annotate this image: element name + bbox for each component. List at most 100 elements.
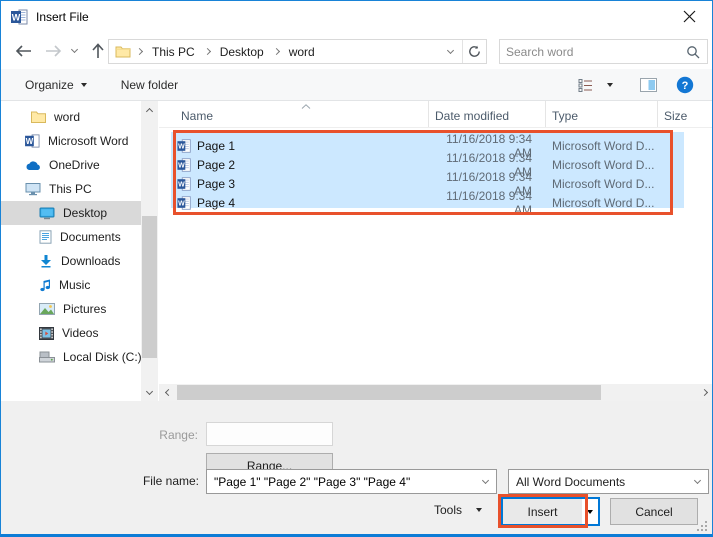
breadcrumb-this-pc[interactable]: This PC (146, 43, 201, 61)
back-button[interactable] (10, 38, 36, 63)
insert-button[interactable]: Insert (503, 499, 582, 524)
folder-icon (31, 111, 46, 123)
preview-pane-button[interactable] (638, 73, 659, 97)
navigation-sidebar: word W Microsoft Word OneDrive This PC D… (1, 101, 141, 401)
file-row-page-1[interactable]: WPage 1 11/16/2018 9:34 AM Microsoft Wor… (171, 132, 684, 151)
range-input[interactable] (206, 422, 333, 446)
svg-text:?: ? (682, 80, 689, 92)
svg-text:W: W (178, 144, 185, 151)
word-file-icon: W (177, 158, 191, 172)
cancel-button[interactable]: Cancel (610, 498, 698, 525)
sidebar-item-pictures[interactable]: Pictures (1, 297, 141, 321)
range-label: Range: (101, 428, 198, 442)
file-type-value: All Word Documents (509, 475, 686, 489)
scrollbar-thumb[interactable] (142, 216, 157, 358)
chevron-left-icon (165, 389, 172, 396)
file-type-dropdown-button[interactable] (686, 470, 708, 493)
browser-pane: word W Microsoft Word OneDrive This PC D… (1, 101, 713, 401)
scroll-right-button[interactable] (697, 384, 713, 401)
picture-icon (39, 303, 55, 315)
address-bar[interactable]: This PC Desktop word (108, 39, 487, 64)
search-box (499, 39, 708, 64)
scroll-left-button[interactable] (159, 384, 176, 401)
up-icon (92, 43, 104, 59)
sidebar-item-microsoft-word[interactable]: W Microsoft Word (1, 129, 141, 153)
column-headers: Name Date modified Type Size (159, 101, 713, 128)
column-header-date-modified[interactable]: Date modified (429, 101, 546, 127)
sidebar-item-desktop[interactable]: Desktop (1, 201, 141, 225)
column-header-name[interactable]: Name (159, 101, 429, 127)
dropdown-arrow-icon (607, 83, 613, 87)
word-file-icon: W (177, 139, 191, 153)
address-dropdown-button[interactable] (438, 40, 462, 63)
column-header-size[interactable]: Size (658, 101, 713, 127)
scroll-down-button[interactable] (141, 384, 158, 401)
file-name-input[interactable] (207, 475, 474, 489)
insert-split-button: Insert (501, 497, 600, 526)
music-note-icon (39, 278, 51, 292)
forward-button[interactable] (40, 38, 66, 63)
file-row-page-2[interactable]: WPage 2 11/16/2018 9:34 AM Microsoft Wor… (171, 151, 684, 170)
file-name-combobox (206, 469, 497, 494)
tools-button[interactable]: Tools (434, 503, 482, 517)
forward-icon (45, 45, 62, 57)
sidebar-scrollbar[interactable] (141, 101, 158, 401)
recent-locations-button[interactable] (65, 38, 83, 63)
sidebar-item-downloads[interactable]: Downloads (1, 249, 141, 273)
file-row-page-4[interactable]: WPage 4 11/16/2018 9:34 AM Microsoft Wor… (171, 189, 684, 208)
chevron-down-icon (481, 476, 488, 483)
command-bar: Organize New folder ? (1, 69, 712, 101)
onedrive-cloud-icon (25, 160, 41, 171)
breadcrumb-word[interactable]: word (283, 43, 321, 61)
word-file-icon: W (177, 196, 191, 210)
insert-dropdown-button[interactable] (582, 499, 598, 524)
breadcrumb: This PC Desktop word (131, 43, 438, 61)
sidebar-item-local-disk-c[interactable]: Local Disk (C:) (1, 345, 141, 369)
refresh-icon (468, 45, 481, 58)
file-type-combobox[interactable]: All Word Documents (508, 469, 709, 494)
film-icon (39, 327, 54, 340)
tools-label: Tools (434, 503, 462, 517)
chevron-right-icon (701, 389, 708, 396)
file-list: WPage 1 11/16/2018 9:34 AM Microsoft Wor… (171, 132, 684, 208)
chevron-down-icon (70, 45, 77, 52)
preview-pane-icon (640, 78, 657, 92)
scrollbar-thumb[interactable] (177, 385, 601, 400)
views-icon (578, 78, 594, 93)
dialog-footer (1, 401, 713, 535)
breadcrumb-desktop[interactable]: Desktop (214, 43, 270, 61)
chevron-right-icon (136, 48, 143, 55)
list-horizontal-scrollbar[interactable] (159, 384, 713, 401)
close-button[interactable] (667, 1, 712, 31)
sidebar-item-videos[interactable]: Videos (1, 321, 141, 345)
change-view-button[interactable] (576, 73, 596, 98)
file-row-page-3[interactable]: WPage 3 11/16/2018 9:34 AM Microsoft Wor… (171, 170, 684, 189)
help-button[interactable]: ? (674, 71, 696, 99)
chevron-down-icon (446, 46, 453, 53)
hard-disk-icon (39, 351, 55, 363)
refresh-button[interactable] (462, 40, 486, 63)
sidebar-item-onedrive[interactable]: OneDrive (1, 153, 141, 177)
chevron-right-icon (204, 48, 211, 55)
resize-grip[interactable] (697, 521, 708, 532)
sidebar-item-word[interactable]: word (1, 105, 141, 129)
new-folder-button[interactable]: New folder (113, 73, 186, 97)
file-name-dropdown-button[interactable] (474, 470, 496, 493)
organize-label: Organize (25, 78, 74, 92)
sidebar-item-documents[interactable]: Documents (1, 225, 141, 249)
chevron-down-icon (693, 476, 700, 483)
column-header-type[interactable]: Type (546, 101, 658, 127)
sidebar-item-music[interactable]: Music (1, 273, 141, 297)
dropdown-arrow-icon (587, 510, 593, 514)
scroll-up-button[interactable] (141, 101, 158, 118)
view-dropdown-button[interactable] (605, 78, 615, 92)
new-folder-label: New folder (121, 78, 178, 92)
organize-button[interactable]: Organize (17, 73, 95, 97)
sidebar-item-this-pc[interactable]: This PC (1, 177, 141, 201)
title-bar: W Insert File (1, 1, 712, 32)
chevron-down-icon (146, 387, 153, 394)
desktop-icon (39, 207, 55, 220)
folder-icon (115, 45, 131, 58)
search-input[interactable] (500, 45, 686, 59)
word-file-icon: W (177, 177, 191, 191)
